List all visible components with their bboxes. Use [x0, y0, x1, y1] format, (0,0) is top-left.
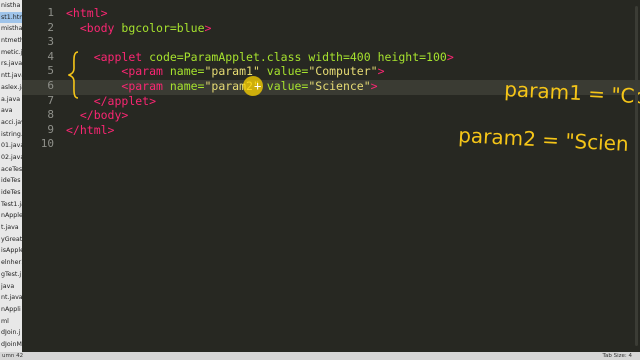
sidebar-file-item[interactable]: t.java [0, 222, 22, 234]
line-number: 10 [40, 137, 54, 151]
code-token: </applet> [93, 93, 157, 108]
code-line[interactable]: <param name="param1" value="Computer"> [66, 64, 454, 79]
code-line[interactable]: <html> [66, 6, 454, 21]
sidebar-file-item[interactable]: nistha [0, 0, 22, 12]
code-line[interactable]: </html> [66, 123, 454, 138]
status-tab-size[interactable]: Tab Size: 4 [603, 352, 632, 360]
line-number: 5 [47, 64, 54, 78]
code-token: </html> [66, 122, 115, 137]
sidebar-file-item[interactable]: nt.java [0, 292, 22, 304]
line-number: 1 [47, 6, 54, 19]
sidebar-file-item[interactable]: elnher1 [0, 257, 22, 269]
sidebar-file-item[interactable]: isApple [0, 245, 22, 257]
code-token: name= [169, 78, 205, 93]
code-line[interactable] [66, 137, 454, 152]
sidebar-file-item[interactable]: acci.jav [0, 117, 22, 129]
code-line[interactable]: <body bgcolor=blue> [66, 21, 454, 36]
code-token: code=ParamApplet.class width=400 height=… [149, 49, 447, 64]
sidebar-file-item[interactable]: gTest.j [0, 269, 22, 281]
line-number: 6 [47, 78, 54, 92]
sidebar-file-item[interactable]: aceTes [0, 164, 22, 176]
sidebar-file-item[interactable]: ava [0, 105, 22, 117]
code-token: bgcolor=blue [121, 20, 205, 35]
code-line[interactable]: </applet> [66, 94, 454, 109]
sidebar-file-item[interactable]: 02.java [0, 152, 22, 164]
sidebar-file-item[interactable]: dJoinM [0, 339, 22, 351]
line-number: 7 [47, 93, 54, 107]
code-token: "Computer" [308, 64, 378, 79]
handwritten-param1: param1 = "Co [504, 77, 640, 108]
sidebar-file-item[interactable]: dJoin.j [0, 327, 22, 339]
editor-scrollbar[interactable] [635, 6, 638, 346]
code-token: </body> [79, 108, 129, 123]
sidebar-file-item[interactable]: 01.java [0, 140, 22, 152]
handwritten-param2: param2 = "Scien [458, 123, 630, 156]
status-position: umn 42 [2, 353, 24, 359]
sidebar-file-item[interactable]: ideTes [0, 187, 22, 199]
line-number: 4 [47, 49, 54, 63]
line-number: 8 [47, 108, 54, 122]
code-editor[interactable]: 1 2 3 4 5 6 7 8 9 10 <html> <body bgcolor=blue> <… [22, 0, 640, 352]
sidebar-file-item[interactable]: aslex.jav [0, 82, 22, 94]
line-number-gutter: 1 2 3 4 5 6 7 8 9 10 [22, 6, 54, 152]
curly-brace-annotation [68, 51, 79, 99]
sidebar-file-item[interactable]: st1.htm [0, 11, 22, 24]
code-token: <applet [93, 49, 150, 64]
code-line[interactable] [66, 35, 454, 50]
status-bar: umn 42 Tab Size: 4 [0, 352, 640, 360]
mouse-cursor-icon: + [254, 79, 262, 93]
code-token: value= [259, 64, 309, 79]
code-token: <html> [66, 6, 108, 20]
code-line[interactable]: <applet code=ParamApplet.class width=400… [66, 50, 454, 65]
sidebar-file-item[interactable]: a.java [0, 94, 22, 106]
handwritten-annotations: param1 = "Co param2 = "Scien [458, 77, 640, 156]
sidebar-file-item[interactable]: ml [0, 316, 22, 328]
sidebar-file-item[interactable]: nApple [0, 210, 22, 222]
sidebar-file-item[interactable]: metic.ja [0, 47, 22, 59]
sidebar-file-item[interactable]: rs.java [0, 58, 22, 70]
code-token: <param [121, 64, 170, 79]
sidebar-file-item[interactable]: Test1.ja [0, 199, 22, 211]
line-number: 2 [47, 20, 54, 34]
sidebar-file-item[interactable]: ntt.java [0, 70, 22, 82]
code-token: <param [121, 78, 170, 93]
code-token: <body [79, 20, 122, 35]
sidebar-file-item[interactable]: java [0, 281, 22, 293]
code-token: value= [259, 78, 309, 93]
code-token: name= [169, 64, 205, 79]
code-token: > [370, 78, 378, 93]
sidebar-file-item[interactable]: yGreat [0, 234, 22, 246]
code-token: > [204, 20, 212, 35]
code-line[interactable]: </body> [66, 108, 454, 123]
file-sidebar: nisthast1.htmmisthantmethmetic.jars.java… [0, 0, 23, 352]
code-token: > [377, 64, 385, 79]
sidebar-file-item[interactable]: mistha [0, 23, 22, 35]
sidebar-file-item[interactable]: nAppli [0, 304, 22, 316]
sidebar-file-item[interactable]: ideTes [0, 175, 22, 187]
line-number: 3 [47, 35, 54, 49]
sidebar-file-item[interactable]: ntmeth [0, 35, 22, 47]
sidebar-file-item[interactable]: istring.j [0, 129, 22, 141]
code-token: "Science" [308, 78, 371, 93]
line-number: 9 [47, 122, 54, 136]
